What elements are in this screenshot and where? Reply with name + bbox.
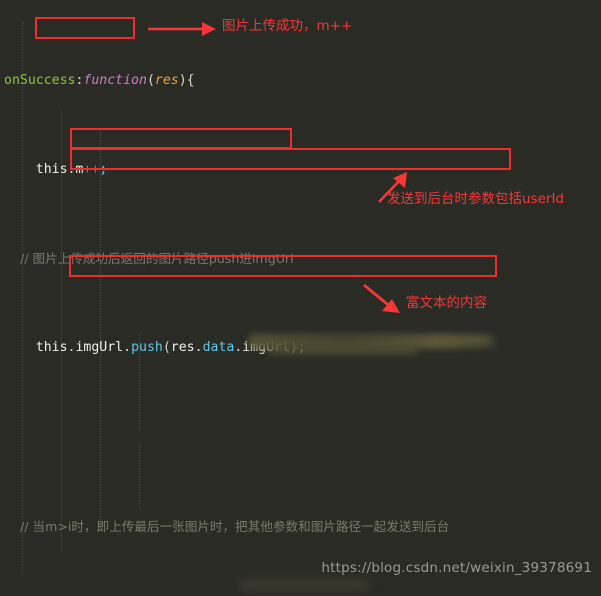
code-line: this.imgUrl.push(res.data.imgUrl); [35,340,306,356]
annotation-text-userid-param: 发送到后台时参数包括userId [387,191,564,207]
annotation-text-richtext-content: 富文本的内容 [406,295,487,311]
code-block: onSuccess:function(res){ this.m++; // 图片… [0,0,601,596]
watermark-blur [240,578,370,592]
watermark-url: https://blog.csdn.net/weixin_39378691 [321,560,592,576]
annotation-text-m-increment: 图片上传成功，m++ [222,18,353,34]
code-line: onSuccess:function(res){ [4,72,195,88]
code-screenshot: onSuccess:function(res){ this.m++; // 图片… [0,0,601,596]
code-line: this.m++; [35,162,108,178]
code-line-comment: // 图片上传成功后返回的图片路径push进imgUrl [20,251,294,267]
code-line-comment: // 当m>i时，即上传最后一张图片时，把其他参数和图片路径一起发送到后台 [20,518,450,534]
